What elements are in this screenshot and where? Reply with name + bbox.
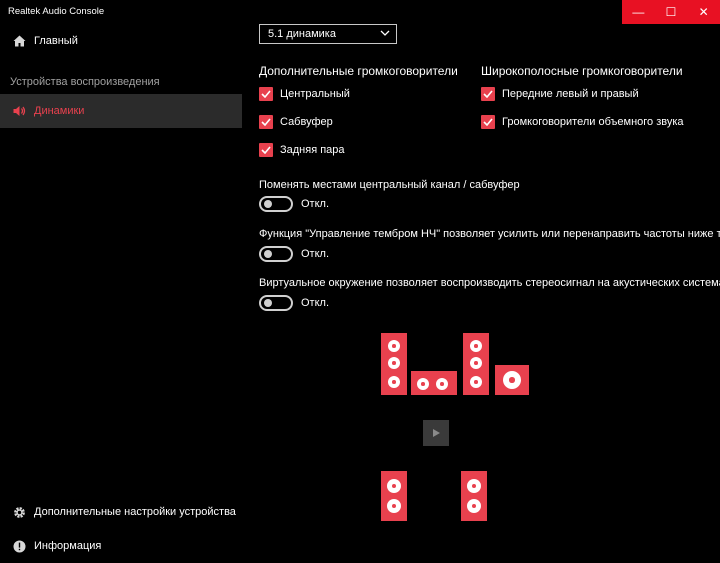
- speaker-config-value: 5.1 динамика: [268, 28, 336, 40]
- virtual-surround-label: Виртуальное окружение позволяет воспроиз…: [259, 277, 720, 289]
- sidebar-item-information[interactable]: Информация: [0, 529, 242, 563]
- main-panel: 5.1 динамика Дополнительные громкоговори…: [258, 24, 720, 563]
- checkbox-label: Центральный: [280, 88, 350, 100]
- toggle-switch[interactable]: [259, 196, 293, 212]
- sidebar-section-title: Устройства воспроизведения: [10, 76, 160, 88]
- checkbox-label: Громкоговорители объемного звука: [502, 116, 684, 128]
- speaker-icon: [11, 105, 27, 117]
- toggle-knob: [264, 250, 272, 258]
- speaker-cone: [436, 378, 448, 390]
- sidebar-item-advanced-settings[interactable]: Дополнительные настройки устройства: [0, 495, 242, 529]
- sidebar: Главный Устройства воспроизведения Динам…: [0, 24, 242, 563]
- checkbox-checked-icon: [481, 115, 495, 129]
- window-title: Realtek Audio Console: [8, 6, 105, 17]
- speaker-cone: [503, 371, 521, 389]
- toggle-state-label: Откл.: [301, 198, 330, 210]
- play-icon: [433, 429, 440, 437]
- speaker-cone: [387, 499, 401, 513]
- optional-speakers-heading: Дополнительные громкоговорители: [259, 64, 458, 78]
- sidebar-item-label: Динамики: [34, 105, 85, 117]
- toggle-state-label: Откл.: [301, 248, 330, 260]
- checkbox-surround-speakers[interactable]: Громкоговорители объемного звука: [481, 115, 684, 129]
- checkbox-front-left-right[interactable]: Передние левый и правый: [481, 87, 639, 101]
- speaker-front-right[interactable]: [461, 331, 491, 397]
- speaker-cone: [470, 376, 482, 388]
- swap-center-sub-label: Поменять местами центральный канал / саб…: [259, 179, 520, 191]
- gear-icon: [11, 506, 27, 519]
- speaker-cone: [417, 378, 429, 390]
- toggle-knob: [264, 299, 272, 307]
- speaker-cone: [387, 479, 401, 493]
- virtual-surround-toggle[interactable]: Откл.: [259, 295, 329, 311]
- speaker-cone: [470, 340, 482, 352]
- checkbox-rear-pair[interactable]: Задняя пара: [259, 143, 345, 157]
- toggle-switch[interactable]: [259, 246, 293, 262]
- speaker-cone: [470, 357, 482, 369]
- minimize-icon: —: [632, 5, 645, 19]
- sidebar-item-speakers[interactable]: Динамики: [0, 94, 242, 128]
- window-controls: — ☐ ✕: [622, 0, 720, 24]
- toggle-knob: [264, 200, 272, 208]
- checkbox-center[interactable]: Центральный: [259, 87, 350, 101]
- checkbox-checked-icon: [481, 87, 495, 101]
- close-icon: ✕: [698, 5, 709, 19]
- speaker-cone: [467, 479, 481, 493]
- checkbox-label: Сабвуфер: [280, 116, 333, 128]
- chevron-down-icon: [380, 28, 390, 41]
- checkbox-checked-icon: [259, 115, 273, 129]
- sidebar-item-label: Дополнительные настройки устройства: [34, 506, 236, 518]
- swap-center-sub-toggle[interactable]: Откл.: [259, 196, 329, 212]
- info-icon: [11, 540, 27, 553]
- maximize-button[interactable]: ☐: [655, 0, 688, 24]
- speaker-cone: [467, 499, 481, 513]
- checkbox-subwoofer[interactable]: Сабвуфер: [259, 115, 333, 129]
- speaker-cone: [388, 357, 400, 369]
- toggle-switch[interactable]: [259, 295, 293, 311]
- home-icon: [11, 35, 27, 47]
- speaker-front-left[interactable]: [379, 331, 409, 397]
- speaker-cone: [388, 376, 400, 388]
- maximize-icon: ☐: [665, 5, 677, 19]
- title-bar: Realtek Audio Console — ☐ ✕: [0, 0, 720, 24]
- checkbox-checked-icon: [259, 87, 273, 101]
- sidebar-item-label: Главный: [34, 35, 78, 47]
- toggle-state-label: Откл.: [301, 297, 330, 309]
- speaker-subwoofer[interactable]: [493, 363, 531, 397]
- minimize-button[interactable]: —: [622, 0, 655, 24]
- speaker-config-select[interactable]: 5.1 динамика: [259, 24, 397, 44]
- sidebar-item-home[interactable]: Главный: [0, 24, 242, 58]
- speaker-center[interactable]: [409, 369, 459, 397]
- checkbox-checked-icon: [259, 143, 273, 157]
- checkbox-label: Передние левый и правый: [502, 88, 639, 100]
- speaker-rear-left[interactable]: [379, 469, 409, 523]
- sidebar-item-label: Информация: [34, 540, 102, 552]
- test-play-button[interactable]: [423, 420, 449, 446]
- speaker-cone: [388, 340, 400, 352]
- close-button[interactable]: ✕: [687, 0, 720, 24]
- fullrange-speakers-heading: Широкополосные громкоговорители: [481, 64, 683, 78]
- checkbox-label: Задняя пара: [280, 144, 345, 156]
- bass-management-label: Функция "Управление тембром НЧ" позволяе…: [259, 228, 720, 240]
- bass-management-toggle[interactable]: Откл.: [259, 246, 329, 262]
- speaker-rear-right[interactable]: [459, 469, 489, 523]
